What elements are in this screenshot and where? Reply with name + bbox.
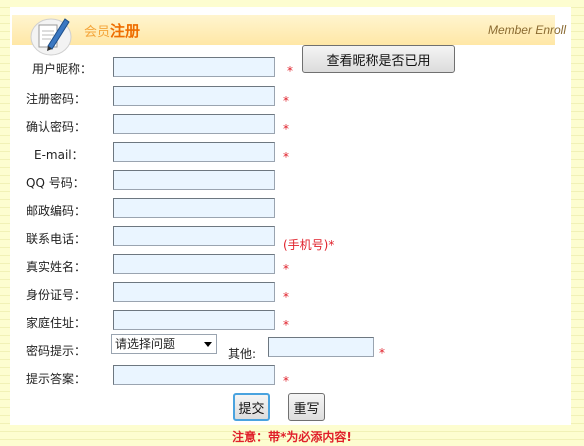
- nickname-label: 用户昵称：: [32, 62, 93, 76]
- address-label: 家庭住址：: [26, 316, 87, 330]
- id-number-label: 身份证号：: [26, 288, 87, 302]
- password-question-value: 请选择问题: [115, 337, 176, 351]
- required-star: *: [283, 374, 289, 388]
- pen-logo-icon: [30, 18, 72, 56]
- postcode-input[interactable]: [113, 198, 275, 218]
- answer-label: 提示答案：: [26, 372, 87, 386]
- qq-label: QQ 号码：: [26, 176, 85, 190]
- confirm-password-input[interactable]: [113, 114, 275, 134]
- required-star: *: [283, 150, 289, 164]
- password-label: 注册密码：: [26, 92, 87, 106]
- password-hint-label: 密码提示：: [26, 344, 87, 358]
- required-star: *: [283, 262, 289, 276]
- email-input[interactable]: [113, 142, 275, 162]
- required-star: *: [283, 94, 289, 108]
- postcode-label: 邮政编码：: [26, 204, 87, 218]
- real-name-label: 真实姓名：: [26, 260, 87, 274]
- confirm-password-label: 确认密码：: [26, 120, 87, 134]
- phone-input[interactable]: [113, 226, 275, 246]
- required-notice: 注意：带*为必添内容!: [232, 430, 352, 444]
- reset-button[interactable]: 重写: [288, 393, 325, 421]
- real-name-input[interactable]: [113, 254, 275, 274]
- required-star: *: [283, 318, 289, 332]
- qq-input[interactable]: [113, 170, 275, 190]
- check-nickname-button[interactable]: 查看昵称是否已用: [302, 45, 455, 73]
- email-label: E-mail：: [34, 148, 84, 162]
- address-input[interactable]: [113, 310, 275, 330]
- other-label: 其他:: [228, 347, 257, 361]
- required-star: *: [283, 290, 289, 304]
- phone-label: 联系电话：: [26, 232, 87, 246]
- required-star: *: [379, 346, 385, 360]
- password-input[interactable]: [113, 86, 275, 106]
- submit-button[interactable]: 提交: [233, 393, 270, 421]
- other-question-input[interactable]: [268, 337, 374, 357]
- id-number-input[interactable]: [113, 282, 275, 302]
- page-title: 会员注册: [84, 22, 141, 40]
- required-star: *: [287, 64, 293, 78]
- phone-hint: (手机号)*: [283, 238, 335, 252]
- required-star: *: [283, 122, 289, 136]
- page-title-english: Member Enroll: [487, 23, 566, 37]
- answer-input[interactable]: [113, 365, 275, 385]
- dropdown-arrow-icon: [204, 342, 212, 347]
- nickname-input[interactable]: [113, 57, 275, 77]
- password-question-select[interactable]: 请选择问题: [111, 334, 217, 354]
